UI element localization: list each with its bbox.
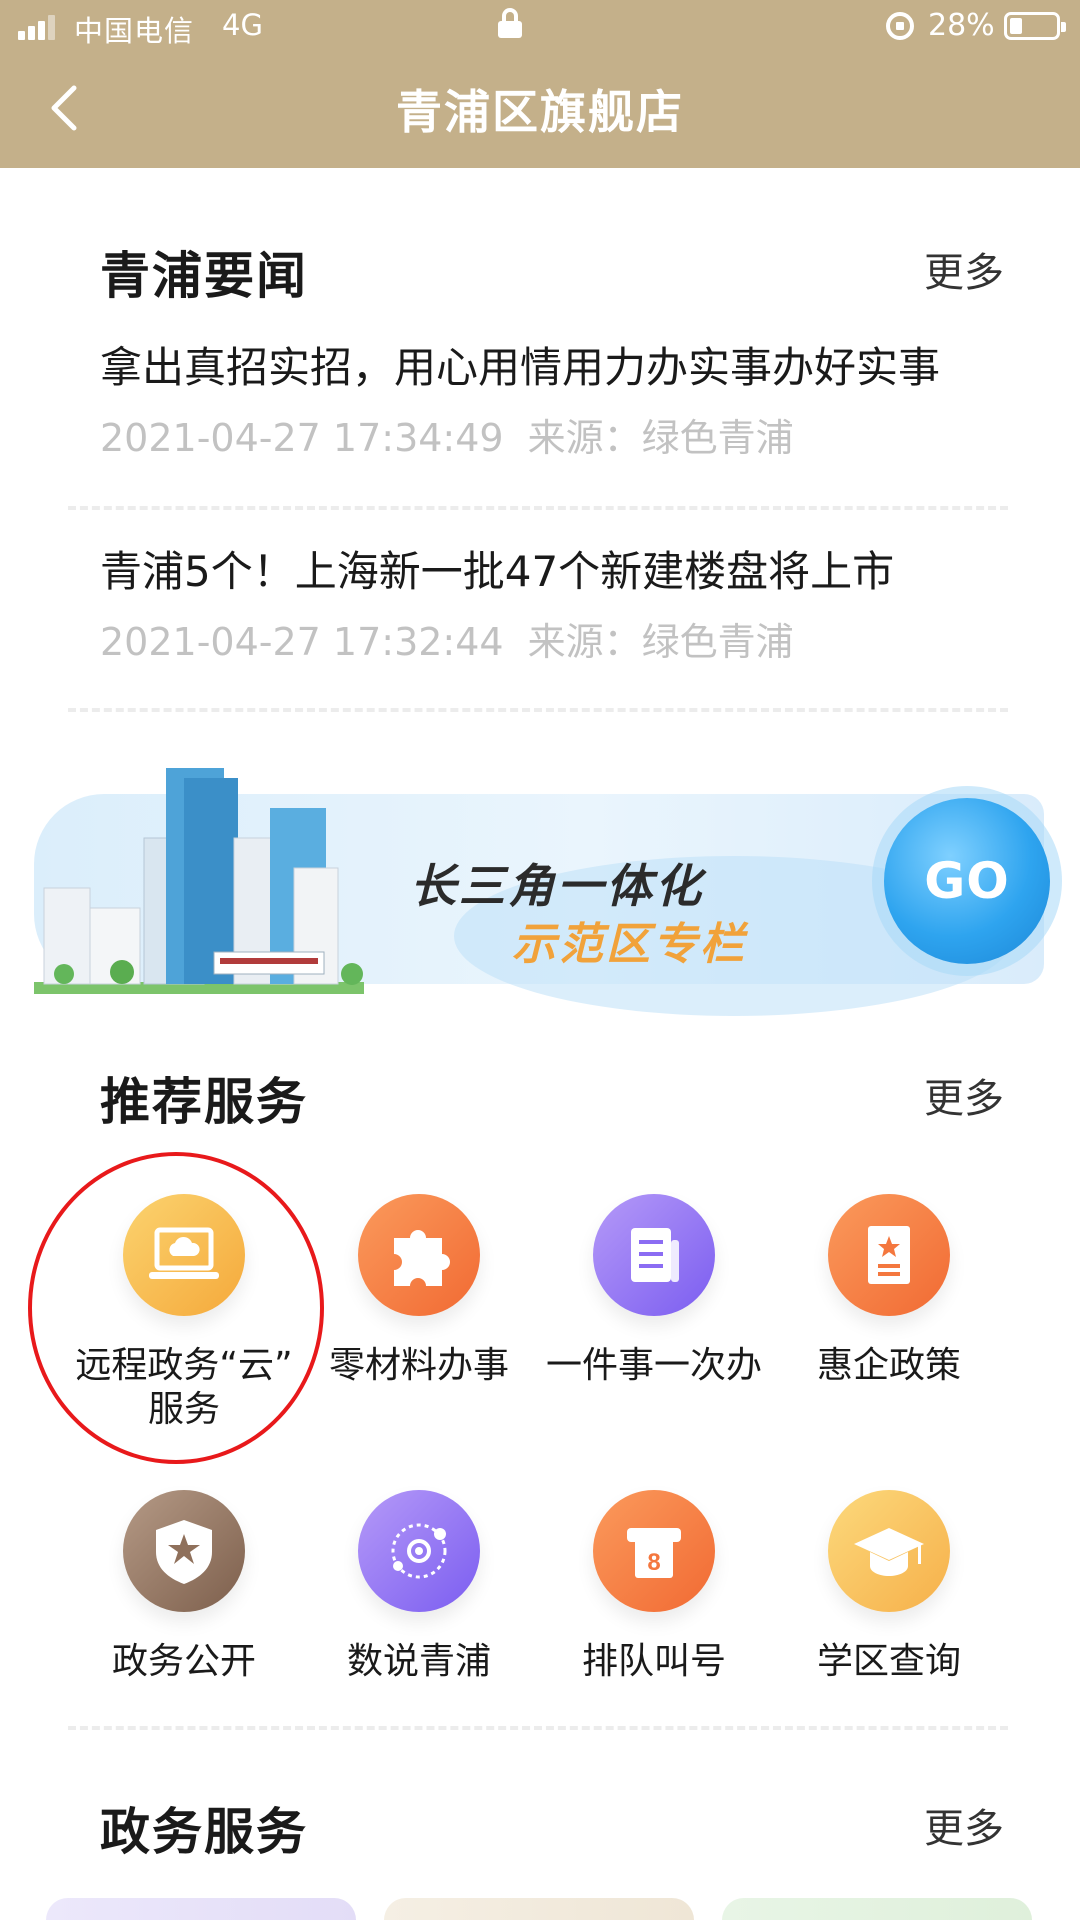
go-button[interactable]: GO — [884, 798, 1050, 964]
news-datetime: 2021-04-27 17:34:49 — [100, 416, 504, 460]
service-zero-material[interactable]: 零材料办事 — [301, 1194, 537, 1388]
policy-book-icon — [828, 1194, 950, 1316]
news-meta: 2021-04-27 17:32:44 来源：绿色青浦 — [100, 612, 1006, 672]
carrier-name: 中国电信 — [74, 14, 195, 48]
battery-icon — [1004, 12, 1066, 40]
page-title: 青浦区旗舰店 — [396, 85, 684, 139]
svg-text:8: 8 — [647, 1549, 660, 1576]
highlight-circle — [28, 1152, 324, 1464]
service-label: 一件事一次办 — [545, 1345, 762, 1386]
app-header: 中国电信 4G 28% 青浦区旗舰店 — [0, 0, 1080, 168]
news-more-link[interactable]: 更多 — [924, 240, 1004, 298]
service-label: 排队叫号 — [581, 1641, 726, 1682]
recommended-section-title: 推荐服务 — [100, 1073, 308, 1131]
banner-title: 长三角一体化 — [410, 859, 704, 913]
status-bar: 中国电信 4G 28% — [0, 0, 1080, 54]
shield-star-icon — [123, 1490, 245, 1612]
news-title: 青浦5个！上海新一批47个新建楼盘将上市 — [100, 547, 895, 596]
news-item[interactable]: 青浦5个！上海新一批47个新建楼盘将上市 2021-04-27 17:32:44… — [100, 542, 1006, 672]
service-label: 零材料办事 — [328, 1345, 509, 1386]
gov-service-card[interactable] — [384, 1898, 694, 1920]
news-source: 来源：绿色青浦 — [527, 416, 794, 460]
service-data-qingpu[interactable]: 数说青浦 — [301, 1490, 537, 1684]
network-type: 4G — [222, 8, 263, 42]
service-enterprise-policy[interactable]: 惠企政策 — [771, 1194, 1007, 1388]
service-queue-number[interactable]: 8 排队叫号 — [536, 1490, 772, 1684]
go-label: GO — [924, 852, 1010, 910]
service-label: 政务公开 — [111, 1641, 256, 1682]
news-datetime: 2021-04-27 17:32:44 — [100, 620, 504, 664]
signal-icon — [18, 14, 62, 40]
orbit-icon — [358, 1490, 480, 1612]
divider — [68, 506, 1008, 510]
gov-service-card[interactable] — [46, 1898, 356, 1920]
service-school-district[interactable]: 学区查询 — [771, 1490, 1007, 1684]
news-meta: 2021-04-27 17:34:49 来源：绿色青浦 — [100, 408, 1006, 468]
yangtze-delta-banner[interactable]: 长三角一体化 示范区专栏 GO — [34, 768, 1050, 1016]
government-section-title: 政务服务 — [100, 1803, 308, 1861]
government-more-link[interactable]: 更多 — [924, 1796, 1004, 1854]
graduation-cap-icon — [828, 1490, 950, 1612]
news-title: 拿出真招实招，用心用情用力办实事办好实事 — [100, 343, 941, 392]
banner-subtitle: 示范区专栏 — [512, 919, 747, 970]
rotation-lock-icon — [886, 12, 914, 40]
battery-percent: 28% — [928, 8, 995, 43]
recommended-more-link[interactable]: 更多 — [924, 1066, 1004, 1124]
puzzle-icon — [358, 1194, 480, 1316]
document-icon — [593, 1194, 715, 1316]
divider — [68, 1726, 1008, 1730]
service-one-stop[interactable]: 一件事一次办 — [536, 1194, 772, 1388]
news-item[interactable]: 拿出真招实招，用心用情用力办实事办好实事 2021-04-27 17:34:49… — [100, 338, 1006, 468]
service-label: 数说青浦 — [346, 1641, 491, 1682]
news-source: 来源：绿色青浦 — [527, 620, 794, 664]
lock-icon — [498, 8, 522, 38]
gov-service-card[interactable] — [722, 1898, 1032, 1920]
divider — [68, 708, 1008, 712]
service-label: 学区查询 — [816, 1641, 961, 1682]
service-label: 惠企政策 — [816, 1345, 961, 1386]
city-buildings-illustration — [34, 768, 364, 994]
news-section-title: 青浦要闻 — [100, 247, 308, 305]
service-gov-affairs-open[interactable]: 政务公开 — [66, 1490, 302, 1684]
queue-ticket-icon: 8 — [593, 1490, 715, 1612]
